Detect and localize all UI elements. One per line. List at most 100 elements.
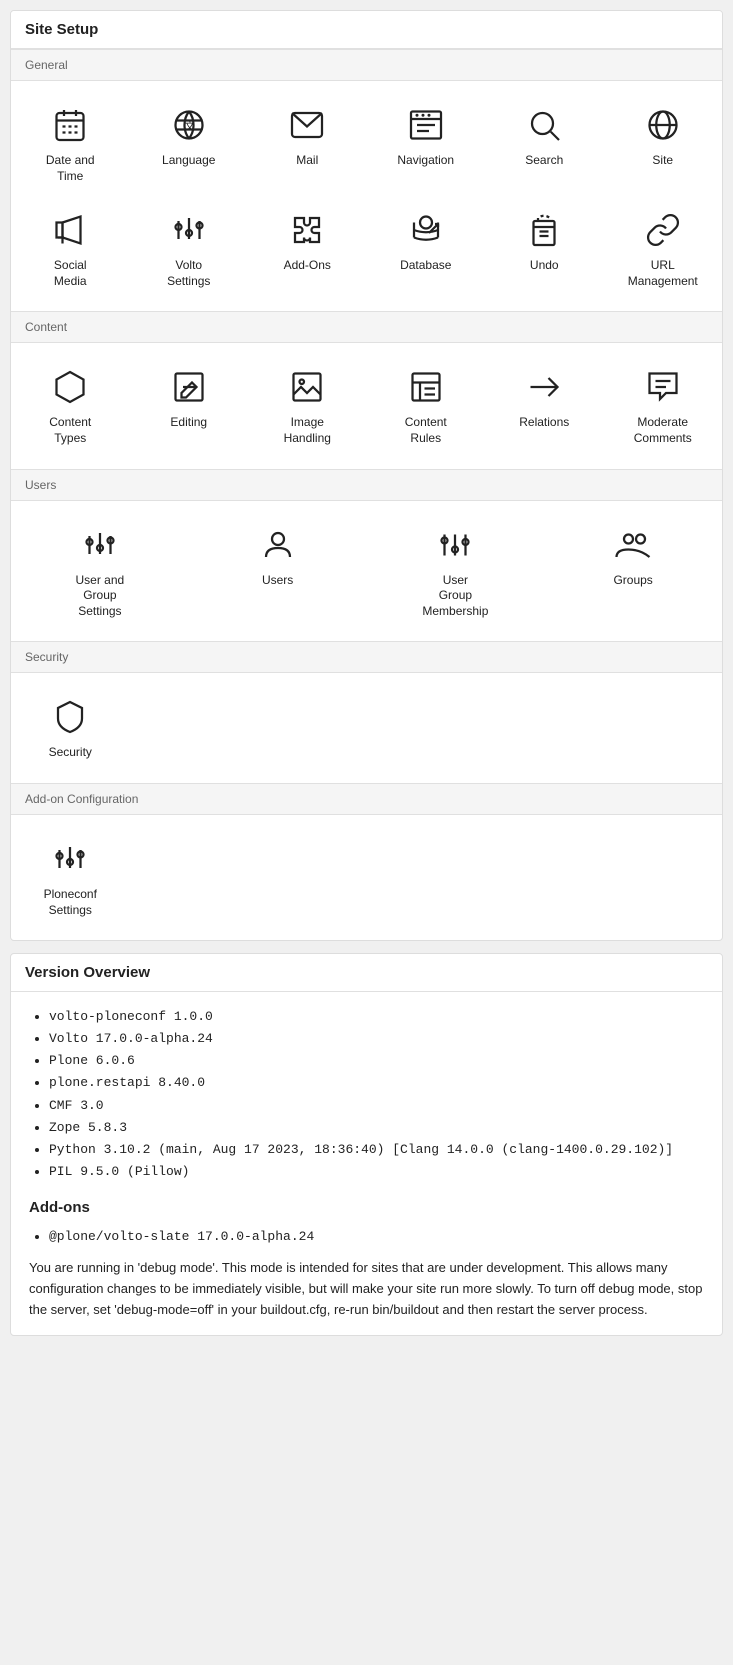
- ploneconf-settings-label: PloneconfSettings: [44, 887, 97, 918]
- search-label: Search: [525, 153, 563, 169]
- sliders-icon: [167, 208, 211, 252]
- version-item: plone.restapi 8.40.0: [49, 1072, 704, 1094]
- undo-label: Undo: [530, 258, 559, 274]
- addon-grid: PloneconfSettings: [11, 815, 722, 940]
- user-group-settings-label: User andGroupSettings: [76, 573, 125, 620]
- moderate-comments-label: ModerateComments: [634, 415, 692, 446]
- version-overview-card: Version Overview volto-ploneconf 1.0.0 V…: [10, 953, 723, 1336]
- addon-version-item: @plone/volto-slate 17.0.0-alpha.24: [49, 1226, 704, 1248]
- groups-icon: [611, 523, 655, 567]
- content-rules-label: ContentRules: [405, 415, 447, 446]
- editing-item[interactable]: Editing: [130, 353, 249, 458]
- version-item: PIL 9.5.0 (Pillow): [49, 1161, 704, 1183]
- version-item: Zope 5.8.3: [49, 1117, 704, 1139]
- database-item[interactable]: Database: [367, 196, 486, 301]
- mail-icon: [285, 103, 329, 147]
- mail-item[interactable]: Mail: [248, 91, 367, 196]
- megaphone-icon: [48, 208, 92, 252]
- addon-config-section-label: Add-on Configuration: [11, 783, 722, 815]
- users-item[interactable]: Users: [189, 511, 367, 632]
- database-icon: [404, 208, 448, 252]
- version-item: CMF 3.0: [49, 1095, 704, 1117]
- user-group-membership-item[interactable]: UserGroupMembership: [367, 511, 545, 632]
- user-group-membership-icon: [433, 523, 477, 567]
- add-ons-item[interactable]: Add-Ons: [248, 196, 367, 301]
- security-section-label: Security: [11, 641, 722, 673]
- ploneconf-settings-item[interactable]: PloneconfSettings: [11, 825, 130, 930]
- image-handling-label: ImageHandling: [284, 415, 331, 446]
- volto-settings-label: VoltoSettings: [167, 258, 210, 289]
- content-rules-icon: [404, 365, 448, 409]
- version-overview-title: Version Overview: [11, 954, 722, 992]
- content-rules-item[interactable]: ContentRules: [367, 353, 486, 458]
- url-management-label: URLManagement: [628, 258, 698, 289]
- navigation-label: Navigation: [397, 153, 454, 169]
- date-time-item[interactable]: Date andTime: [11, 91, 130, 196]
- ploneconf-icon: [48, 837, 92, 881]
- security-label: Security: [49, 745, 92, 761]
- site-item[interactable]: Site: [604, 91, 723, 196]
- search-item[interactable]: Search: [485, 91, 604, 196]
- image-icon: [285, 365, 329, 409]
- social-media-label: SocialMedia: [54, 258, 87, 289]
- version-item: Plone 6.0.6: [49, 1050, 704, 1072]
- general-grid: Date andTime 文 Language Mail: [11, 81, 722, 311]
- url-management-item[interactable]: URLManagement: [604, 196, 723, 301]
- general-section-label: General: [11, 49, 722, 81]
- site-label: Site: [652, 153, 673, 169]
- chat-icon: [641, 365, 685, 409]
- user-icon: [256, 523, 300, 567]
- page-title: Site Setup: [11, 11, 722, 49]
- security-item[interactable]: Security: [11, 683, 130, 773]
- navigation-icon: [404, 103, 448, 147]
- users-section-label: Users: [11, 469, 722, 501]
- content-section-label: Content: [11, 311, 722, 343]
- add-ons-label: Add-Ons: [284, 258, 331, 274]
- language-item[interactable]: 文 Language: [130, 91, 249, 196]
- user-group-settings-item[interactable]: User andGroupSettings: [11, 511, 189, 632]
- security-grid: Security: [11, 673, 722, 783]
- content-types-item[interactable]: ContentTypes: [11, 353, 130, 458]
- undo-icon: [522, 208, 566, 252]
- version-item: Python 3.10.2 (main, Aug 17 2023, 18:36:…: [49, 1139, 704, 1161]
- version-item: volto-ploneconf 1.0.0: [49, 1006, 704, 1028]
- language-label: Language: [162, 153, 215, 169]
- version-list: volto-ploneconf 1.0.0 Volto 17.0.0-alpha…: [29, 1006, 704, 1183]
- site-setup-card: Site Setup General Date andTime 文 Langua…: [10, 10, 723, 941]
- social-media-item[interactable]: SocialMedia: [11, 196, 130, 301]
- version-item: Volto 17.0.0-alpha.24: [49, 1028, 704, 1050]
- hexagon-icon: [48, 365, 92, 409]
- shield-icon: [48, 695, 92, 739]
- undo-item[interactable]: Undo: [485, 196, 604, 301]
- language-icon: 文: [167, 103, 211, 147]
- content-grid: ContentTypes Editing ImageHandling: [11, 343, 722, 468]
- addon-version-list: @plone/volto-slate 17.0.0-alpha.24: [29, 1226, 704, 1248]
- user-group-settings-icon: [78, 523, 122, 567]
- globe-icon: [641, 103, 685, 147]
- addons-section-title: Add-ons: [29, 1195, 704, 1221]
- database-label: Database: [400, 258, 451, 274]
- users-grid: User andGroupSettings Users UserGroupMem…: [11, 501, 722, 642]
- content-types-label: ContentTypes: [49, 415, 91, 446]
- search-icon: [522, 103, 566, 147]
- groups-item[interactable]: Groups: [544, 511, 722, 632]
- moderate-comments-item[interactable]: ModerateComments: [604, 353, 723, 458]
- users-label: Users: [262, 573, 293, 589]
- relations-item[interactable]: Relations: [485, 353, 604, 458]
- image-handling-item[interactable]: ImageHandling: [248, 353, 367, 458]
- debug-note: You are running in 'debug mode'. This mo…: [29, 1258, 704, 1320]
- mail-label: Mail: [296, 153, 318, 169]
- svg-text:文: 文: [184, 120, 195, 133]
- arrow-right-icon: [522, 365, 566, 409]
- version-body: volto-ploneconf 1.0.0 Volto 17.0.0-alpha…: [11, 992, 722, 1335]
- relations-label: Relations: [519, 415, 569, 431]
- user-group-membership-label: UserGroupMembership: [422, 573, 488, 620]
- volto-settings-item[interactable]: VoltoSettings: [130, 196, 249, 301]
- date-time-label: Date andTime: [46, 153, 95, 184]
- groups-label: Groups: [613, 573, 652, 589]
- puzzle-icon: [285, 208, 329, 252]
- url-management-icon: [641, 208, 685, 252]
- editing-label: Editing: [170, 415, 207, 431]
- navigation-item[interactable]: Navigation: [367, 91, 486, 196]
- edit-icon: [167, 365, 211, 409]
